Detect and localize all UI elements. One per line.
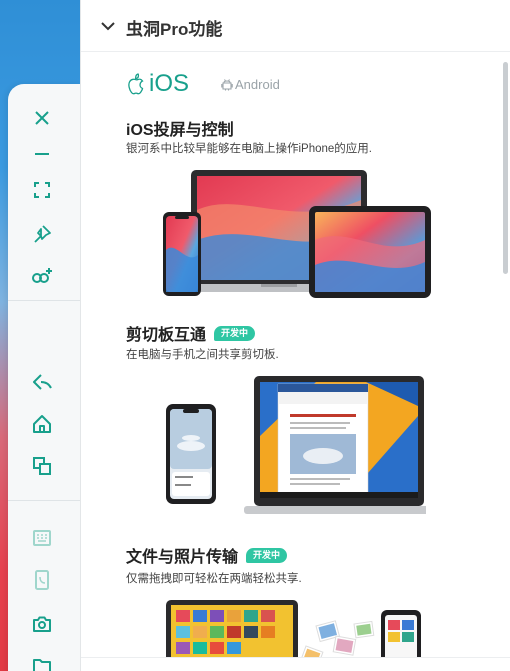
back-button[interactable]: [28, 368, 56, 396]
tab-ios-label: iOS: [149, 70, 190, 97]
keyboard-icon: [33, 530, 51, 546]
close-button[interactable]: [28, 104, 56, 132]
pin-button[interactable]: [28, 220, 56, 248]
section-desc-clipboard: 在电脑与手机之间共享剪切板.: [126, 349, 279, 361]
android-icon: [221, 78, 233, 90]
chevron-down-icon[interactable]: [99, 17, 117, 35]
camera-icon: [33, 616, 51, 632]
clipboard-illustration: [166, 376, 426, 514]
section-title-text: iOS投屏与控制: [126, 122, 234, 139]
platform-tabs: iOS Android: [126, 70, 280, 98]
section-title-text: 剪切板互通: [126, 327, 207, 344]
multitask-icon: [33, 457, 51, 475]
back-icon: [33, 374, 52, 390]
toolbar-divider: [8, 300, 80, 301]
fullscreen-icon: [34, 182, 50, 198]
phone-icon: [35, 570, 49, 590]
camera-button[interactable]: [28, 610, 56, 638]
tab-ios[interactable]: iOS: [126, 70, 189, 98]
ios-devices-illustration: [163, 170, 431, 298]
dev-badge: 开发中: [214, 325, 256, 341]
pin-icon: [34, 225, 51, 243]
section-title-text: 文件与照片传输: [126, 549, 239, 566]
home-button[interactable]: [28, 410, 56, 438]
tab-android-label: Android: [235, 76, 280, 92]
section-desc-file-transfer: 仅需拖拽即可轻松在两端轻松共享.: [126, 573, 302, 585]
panel-title: 虫洞Pro功能: [126, 20, 223, 39]
tab-android[interactable]: Android: [221, 77, 280, 92]
minimize-icon: [35, 153, 49, 155]
section-desc-screen-mirror: 银河系中比较早能够在电脑上操作iPhone的应用.: [126, 143, 373, 155]
panel-content: iOS Android iOS投屏与控制 银河系中比较早能够在电脑上操作iPho…: [81, 52, 506, 671]
side-toolbar: [8, 84, 80, 671]
phone-button[interactable]: [28, 566, 56, 594]
multitask-button[interactable]: [28, 452, 56, 480]
dev-badge: 开发中: [246, 547, 288, 563]
section-title-clipboard: 剪切板互通 开发中: [126, 321, 256, 345]
minimize-button[interactable]: [28, 140, 56, 168]
panel-footer: [81, 657, 510, 671]
panel-header[interactable]: 虫洞Pro功能: [81, 0, 510, 52]
link-add-button[interactable]: [28, 262, 56, 290]
keyboard-button[interactable]: [28, 524, 56, 552]
link-add-icon: [32, 268, 52, 283]
folder-icon: [33, 659, 51, 671]
folder-button[interactable]: [28, 652, 56, 671]
pro-features-panel: 虫洞Pro功能 iOS Android iOS投屏与控制 银河系中比较早能够在电…: [80, 0, 510, 671]
home-icon: [33, 415, 51, 433]
fullscreen-button[interactable]: [28, 176, 56, 204]
toolbar-divider: [8, 500, 80, 501]
section-title-file-transfer: 文件与照片传输 开发中: [126, 543, 288, 567]
section-title-screen-mirror: iOS投屏与控制: [126, 116, 234, 140]
apple-icon: [128, 73, 144, 95]
close-icon: [35, 111, 49, 125]
